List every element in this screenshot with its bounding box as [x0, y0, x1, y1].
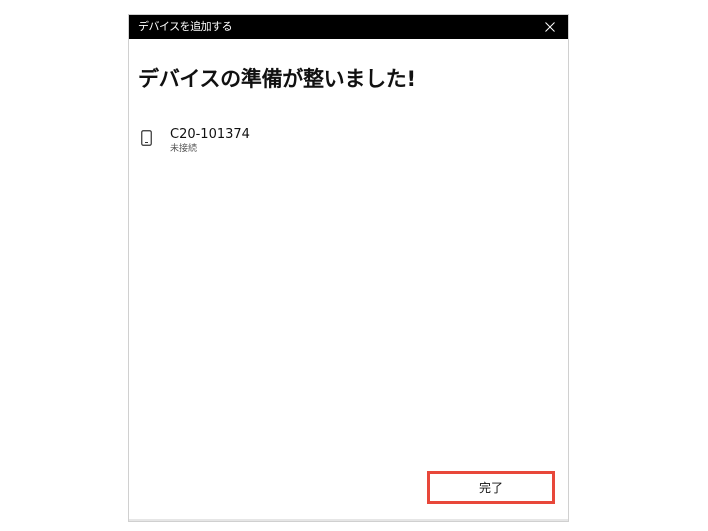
device-name: C20-101374 [170, 127, 250, 142]
close-button[interactable] [536, 15, 564, 39]
title-bar: デバイスを追加する [129, 15, 568, 39]
device-status: 未接続 [170, 144, 198, 154]
finish-button-label: 完了 [478, 480, 503, 495]
phone-icon [141, 130, 152, 146]
page-title: デバイスの準備が整いました! [138, 67, 416, 91]
add-device-dialog: デバイスを追加する デバイスの準備が整いました! C20-101374 未接続 … [128, 14, 569, 522]
dialog-bottom-edge [129, 519, 568, 521]
finish-button[interactable]: 完了 [427, 471, 555, 504]
device-list-item[interactable]: C20-101374 未接続 [138, 127, 438, 161]
window-title: デバイスを追加する [138, 20, 233, 33]
close-icon [545, 22, 555, 32]
